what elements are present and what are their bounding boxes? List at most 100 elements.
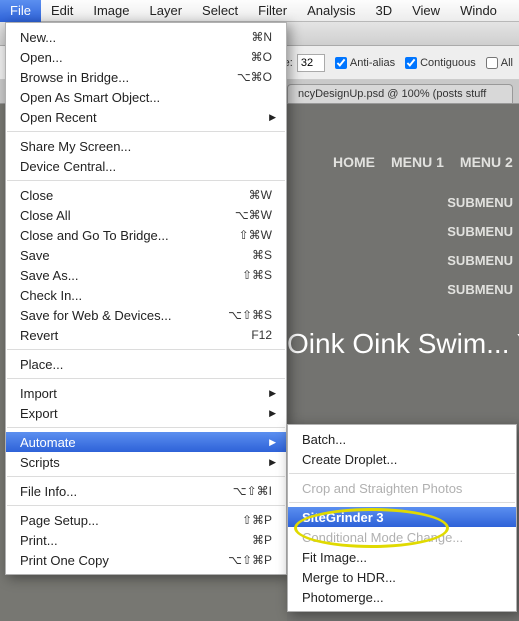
file-menu-dropdown: New...⌘NOpen...⌘OBrowse in Bridge...⌥⌘OO… (5, 22, 287, 575)
menubar-edit[interactable]: Edit (41, 0, 83, 22)
subnav-item: SUBMENU (447, 275, 513, 304)
menubar-window[interactable]: Windo (450, 0, 507, 22)
menu-separator (7, 378, 285, 379)
menubar-file[interactable]: File (0, 0, 41, 22)
all-box[interactable] (486, 57, 498, 69)
antialias-box[interactable] (335, 57, 347, 69)
menu-item-label: Place... (20, 357, 272, 372)
menu-shortcut: ⌥⌘W (235, 208, 272, 222)
menu-item[interactable]: Import▶ (6, 383, 286, 403)
submenu-item: Conditional Mode Change... (288, 527, 516, 547)
menubar-filter[interactable]: Filter (248, 0, 297, 22)
menu-shortcut: ⌘O (251, 50, 272, 64)
menu-item-label: Print One Copy (20, 553, 228, 568)
site-subnav: SUBMENU SUBMENU SUBMENU SUBMENU (447, 188, 513, 304)
menu-item[interactable]: File Info...⌥⇧⌘I (6, 481, 286, 501)
menu-item-label: Export (20, 406, 272, 421)
menu-item[interactable]: Browse in Bridge...⌥⌘O (6, 67, 286, 87)
menu-item-label: Page Setup... (20, 513, 242, 528)
menu-item[interactable]: Device Central... (6, 156, 286, 176)
submenu-arrow-icon: ▶ (269, 457, 276, 468)
menu-shortcut: F12 (251, 328, 272, 342)
nav-menu2: MENU 2 (460, 154, 513, 170)
menu-item[interactable]: Close⌘W (6, 185, 286, 205)
menu-item[interactable]: Open...⌘O (6, 47, 286, 67)
menu-shortcut: ⌘N (251, 30, 272, 44)
antialias-label: Anti-alias (350, 57, 395, 69)
menu-item-label: Save for Web & Devices... (20, 308, 228, 323)
menu-item-label: Revert (20, 328, 251, 343)
menubar-3d[interactable]: 3D (365, 0, 402, 22)
document-tab[interactable]: ncyDesignUp.psd @ 100% (posts stuff (287, 84, 513, 103)
submenu-item[interactable]: Create Droplet... (288, 449, 516, 469)
menu-item[interactable]: RevertF12 (6, 325, 286, 345)
submenu-item[interactable]: Fit Image... (288, 547, 516, 567)
submenu-item[interactable]: SiteGrinder 3 (288, 507, 516, 527)
contiguous-label: Contiguous (420, 57, 476, 69)
menu-separator (7, 505, 285, 506)
menu-separator (7, 427, 285, 428)
submenu-item-label: Batch... (302, 432, 502, 447)
menu-item-label: Print... (20, 533, 252, 548)
nav-home: HOME (333, 154, 375, 170)
menu-item-label: Open As Smart Object... (20, 90, 272, 105)
submenu-arrow-icon: ▶ (269, 112, 276, 123)
menu-item[interactable]: Open As Smart Object... (6, 87, 286, 107)
menu-item[interactable]: Close All⌥⌘W (6, 205, 286, 225)
automate-submenu: Batch... Create Droplet... Crop and Straig… (287, 424, 517, 612)
all-label: All (501, 57, 513, 69)
menu-item-label: New... (20, 30, 251, 45)
contiguous-box[interactable] (405, 57, 417, 69)
menu-item[interactable]: Save⌘S (6, 245, 286, 265)
menubar-select[interactable]: Select (192, 0, 248, 22)
menu-separator (7, 476, 285, 477)
menu-item[interactable]: New...⌘N (6, 27, 286, 47)
submenu-item-label: Fit Image... (302, 550, 502, 565)
all-checkbox[interactable]: All (486, 57, 513, 69)
menu-separator (289, 473, 515, 474)
menu-item[interactable]: Open Recent▶ (6, 107, 286, 127)
menu-item[interactable]: Check In... (6, 285, 286, 305)
menubar-analysis[interactable]: Analysis (297, 0, 365, 22)
menubar-view[interactable]: View (402, 0, 450, 22)
menu-item[interactable]: Place... (6, 354, 286, 374)
menubar: File Edit Image Layer Select Filter Anal… (0, 0, 519, 22)
submenu-item-label: Conditional Mode Change... (302, 530, 502, 545)
submenu-arrow-icon: ▶ (269, 437, 276, 448)
menu-item[interactable]: Print One Copy⌥⇧⌘P (6, 550, 286, 570)
menu-item[interactable]: Automate▶ (6, 432, 286, 452)
menu-item[interactable]: Scripts▶ (6, 452, 286, 472)
menu-separator (7, 349, 285, 350)
menubar-image[interactable]: Image (83, 0, 139, 22)
antialias-checkbox[interactable]: Anti-alias (335, 57, 395, 69)
menu-item[interactable]: Share My Screen... (6, 136, 286, 156)
menu-item-label: Save (20, 248, 252, 263)
menu-item-label: Open Recent (20, 110, 272, 125)
menu-shortcut: ⌘W (249, 188, 272, 202)
menu-item[interactable]: Save As...⇧⌘S (6, 265, 286, 285)
menu-shortcut: ⇧⌘W (239, 228, 272, 242)
contiguous-checkbox[interactable]: Contiguous (405, 57, 476, 69)
menu-item-label: Check In... (20, 288, 272, 303)
menu-separator (7, 180, 285, 181)
subnav-item: SUBMENU (447, 246, 513, 275)
menu-item[interactable]: Print...⌘P (6, 530, 286, 550)
tolerance-input[interactable] (297, 54, 325, 72)
submenu-item[interactable]: Photomerge... (288, 587, 516, 607)
menu-item-label: Share My Screen... (20, 139, 272, 154)
submenu-item: Crop and Straighten Photos (288, 478, 516, 498)
menu-item-label: Save As... (20, 268, 242, 283)
menu-shortcut: ⌥⌘O (237, 70, 272, 84)
menu-item-label: Close All (20, 208, 235, 223)
submenu-item[interactable]: Batch... (288, 429, 516, 449)
menu-item[interactable]: Save for Web & Devices...⌥⇧⌘S (6, 305, 286, 325)
menu-item[interactable]: Close and Go To Bridge...⇧⌘W (6, 225, 286, 245)
site-nav: HOME MENU 1 MENU 2 (333, 154, 519, 170)
menu-item[interactable]: Page Setup...⇧⌘P (6, 510, 286, 530)
menubar-layer[interactable]: Layer (140, 0, 193, 22)
menu-item[interactable]: Export▶ (6, 403, 286, 423)
menu-item-label: Browse in Bridge... (20, 70, 237, 85)
menu-item-label: Open... (20, 50, 251, 65)
submenu-item[interactable]: Merge to HDR... (288, 567, 516, 587)
submenu-arrow-icon: ▶ (269, 408, 276, 419)
